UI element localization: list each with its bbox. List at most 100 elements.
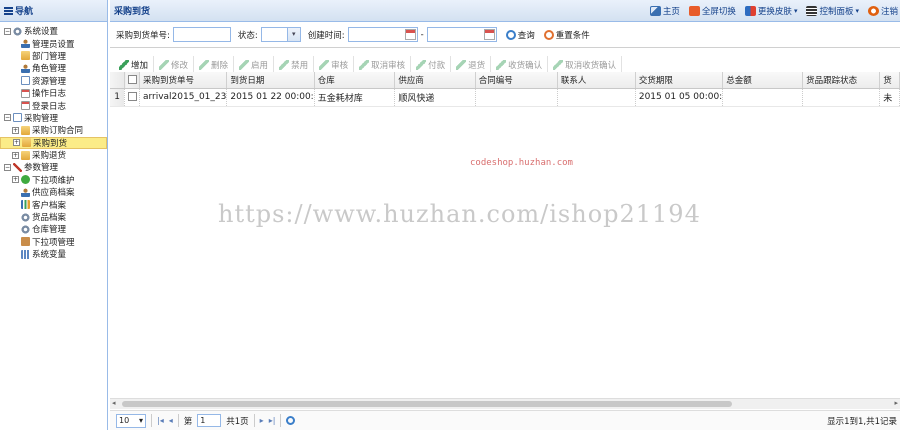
folder-icon [21, 51, 30, 61]
sidebar-item[interactable]: + 下拉项维护 [0, 174, 107, 186]
navigation-tree: − 系统设置 管理员设置 部门管理 角色管理 资源管理操作日志 登录日志 − 采购管理 + 采购订购… [0, 22, 107, 260]
sidebar-item-label: 下拉项维护 [32, 175, 75, 186]
last-page-icon[interactable]: ▸| [269, 416, 276, 425]
scrollbar-thumb[interactable] [122, 401, 732, 407]
sidebar-item[interactable]: − 采购管理 [0, 112, 107, 124]
edit-icon [416, 59, 427, 70]
watermark-small: codeshop.huzhan.com [470, 158, 573, 168]
sidebar-item[interactable]: 系统变量 [0, 248, 107, 260]
toolbar-button[interactable]: 启用 [236, 55, 275, 74]
scroll-right-icon[interactable]: ▸ [894, 399, 898, 407]
chevron-down-icon[interactable]: ▾ [286, 28, 300, 41]
sidebar-item[interactable]: 操作日志 [0, 87, 107, 99]
collapse-icon[interactable]: − [4, 114, 11, 122]
created-start-date-input[interactable] [347, 27, 418, 42]
status-label: 状态: [237, 30, 258, 41]
scroll-left-icon[interactable]: ◂ [112, 399, 116, 407]
toolbar-button[interactable]: 修改 [156, 55, 195, 74]
table-cell: 2015 01 05 00:00: [635, 88, 724, 107]
top-action-button[interactable]: 控制面板 ▾ [806, 5, 859, 17]
reset-button[interactable]: 重置条件 [543, 29, 590, 41]
column-header[interactable]: 供应商 [394, 72, 476, 89]
toolbar-button[interactable]: 增加 [116, 55, 155, 74]
sidebar-item[interactable]: 角色管理 [0, 62, 107, 74]
column-header[interactable]: 联系人 [557, 72, 636, 89]
sidebar-item[interactable]: 管理员设置 [0, 37, 107, 50]
toolbar-button[interactable]: 取消审核 [356, 55, 412, 74]
top-action-label: 全屏切换 [701, 6, 736, 17]
row-checkbox[interactable] [127, 92, 137, 101]
navigation-title: 导航 [15, 7, 34, 17]
column-header[interactable]: 总金额 [722, 72, 804, 89]
select-all-checkbox[interactable] [127, 74, 137, 84]
query-button[interactable]: 查询 [505, 29, 535, 41]
toolbar-button[interactable]: 退货 [453, 55, 492, 74]
calendar-icon[interactable] [404, 29, 416, 40]
toolbar-button[interactable]: 付款 [413, 55, 452, 74]
chevron-down-icon: ▾ [855, 6, 859, 15]
column-header[interactable]: 货品跟踪状态 [802, 72, 881, 89]
collapse-icon[interactable]: − [4, 27, 11, 35]
sidebar-item[interactable]: 部门管理 [0, 50, 107, 62]
sidebar-item-label: 仓库管理 [32, 225, 67, 236]
sidebar-item[interactable]: − 系统设置 [0, 25, 107, 37]
created-end-date-input[interactable] [426, 27, 497, 42]
column-header[interactable]: 交货期限 [635, 72, 724, 89]
toolbar-button[interactable]: 收货确认 [493, 55, 549, 74]
toolbar-button-label: 付款 [428, 60, 446, 71]
sidebar-item[interactable]: + 采购退货 [0, 149, 107, 161]
expand-icon[interactable]: + [12, 176, 19, 184]
order-number-input[interactable] [172, 27, 231, 42]
first-page-icon[interactable]: |◂ [157, 416, 164, 425]
top-action-button[interactable]: 全屏切换 [688, 5, 736, 17]
select-all-header[interactable] [124, 72, 140, 89]
folder-icon [21, 150, 30, 160]
data-grid: 采购到货单号 到货日期 仓库 供应商 合同编号 联系人 交货期限 总金额 货品跟踪状态货 1 ar… [110, 72, 900, 400]
document-icon [21, 76, 30, 86]
collapse-icon[interactable]: − [4, 163, 11, 171]
sidebar-item[interactable]: 登录日志 [0, 99, 107, 112]
sidebar-item[interactable]: + 采购订购合同 [0, 124, 107, 136]
next-page-icon[interactable]: ▸ [260, 416, 264, 425]
toolbar-button[interactable]: 删除 [196, 55, 235, 74]
sidebar-item-label: 货品档案 [32, 213, 67, 224]
sidebar-item[interactable]: 供应商档案 [0, 186, 107, 198]
user-icon [21, 39, 30, 49]
calendar-icon[interactable] [483, 29, 495, 40]
row-checkbox-cell[interactable] [124, 88, 140, 107]
expand-icon[interactable]: + [12, 151, 19, 159]
sidebar-item[interactable]: 资源管理 [0, 75, 107, 87]
page-size-select[interactable]: 10 [116, 413, 146, 428]
top-action-button[interactable]: 更换皮肤 ▾ [744, 5, 797, 17]
sidebar-item-label: 操作日志 [32, 89, 67, 100]
toolbar-button[interactable]: 取消收货确认 [550, 55, 623, 74]
column-header[interactable]: 合同编号 [475, 72, 558, 89]
refresh-icon[interactable] [286, 416, 296, 425]
sidebar-item[interactable]: − 参数管理 [0, 161, 107, 173]
previous-page-icon[interactable]: ◂ [169, 416, 173, 425]
page-number-input[interactable]: 1 [197, 414, 222, 427]
sidebar-item[interactable]: + 采购到货 [0, 136, 107, 149]
sidebar-item[interactable]: 货品档案 [0, 211, 107, 223]
expand-icon[interactable]: + [13, 139, 20, 147]
status-select[interactable]: ▾ [260, 27, 301, 42]
horizontal-scrollbar[interactable]: ◂ ▸ [110, 398, 900, 409]
expand-icon[interactable]: + [12, 126, 19, 134]
column-header[interactable]: 仓库 [314, 72, 396, 89]
sidebar-item[interactable]: 下拉项管理 [0, 236, 107, 248]
edit-icon [279, 59, 290, 70]
table-row[interactable]: 1 arrival2015_01_23 2015 01 22 00:00: 五金耗材库… [110, 88, 900, 107]
toolbar-button[interactable]: 禁用 [276, 55, 315, 74]
top-bar: 采购到货 主页 全屏切换 更换皮肤 ▾ 控制面板 ▾ 注销 [110, 0, 900, 22]
pagination-bar: 10 |◂ ◂ 第 1 共1页 ▸ ▸| 显示1到1,共1记录 [110, 410, 900, 430]
sidebar-item[interactable]: 客户档案 [0, 198, 107, 211]
top-action-button[interactable]: 主页 [649, 5, 680, 17]
top-action-button[interactable]: 注销 [867, 5, 898, 17]
toolbar-button[interactable]: 审核 [316, 55, 355, 74]
page-total: 共1页 [226, 416, 249, 427]
column-header[interactable]: 到货日期 [226, 72, 315, 89]
sidebar-item[interactable]: 仓库管理 [0, 223, 107, 235]
search-bar: 采购到货单号: 状态: ▾ 创建时间: - 查询 重置条件 [110, 22, 900, 48]
column-header[interactable]: 采购到货单号 [139, 72, 228, 89]
column-header[interactable]: 货 [879, 72, 900, 89]
